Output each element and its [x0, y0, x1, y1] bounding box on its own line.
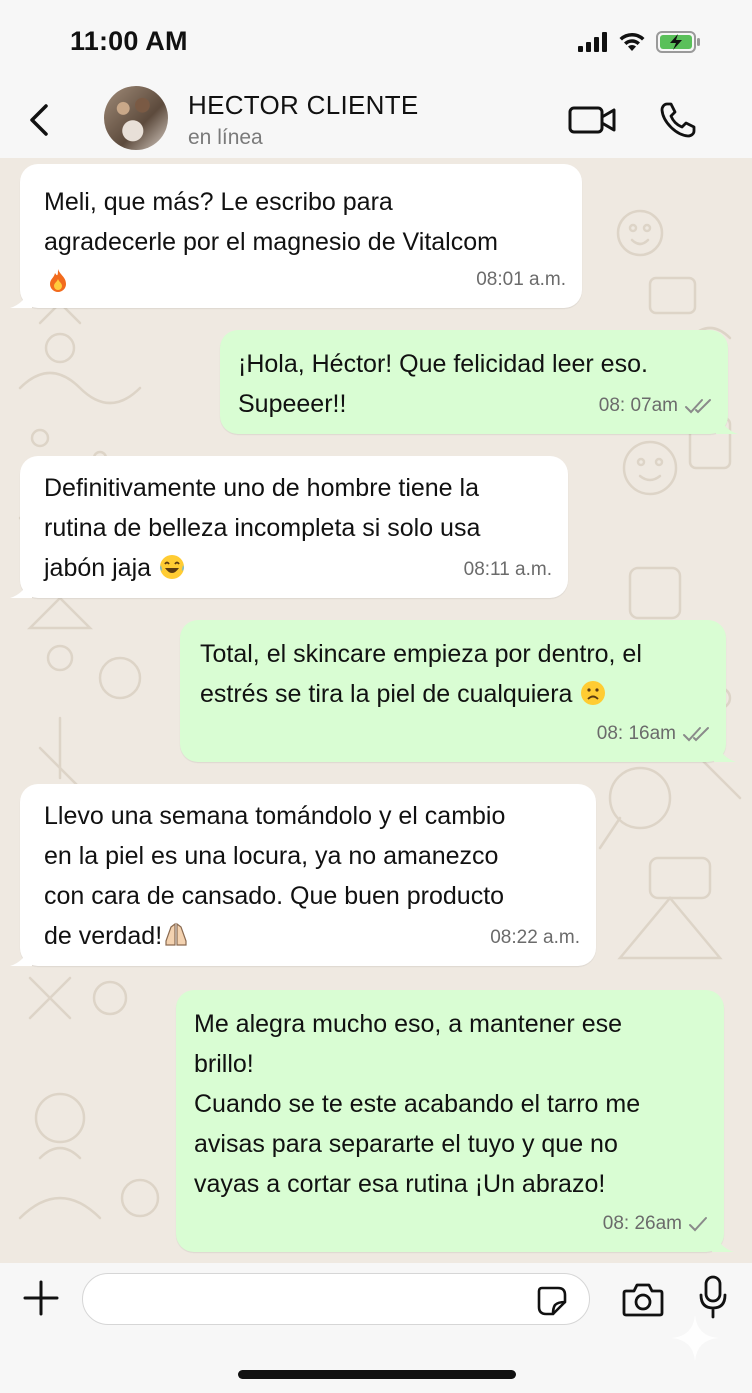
message-bubble-incoming[interactable]: Definitivamente uno de hombre tiene la r… [10, 456, 568, 598]
message-bubble-outgoing[interactable]: ¡Hola, Héctor! Que felicidad leer eso. S… [220, 330, 738, 434]
bubble-tail [712, 1230, 734, 1252]
message-meta: 08: 26am [603, 1204, 708, 1244]
status-bar: 11:00 AM [0, 0, 752, 82]
status-icons [578, 30, 702, 54]
message-meta: 08:22 a.m. [490, 918, 580, 958]
status-time: 11:00 AM [70, 26, 188, 56]
back-chevron-icon[interactable] [22, 100, 58, 140]
chat-header: HECTOR CLIENTE en línea [0, 82, 752, 158]
video-call-icon[interactable] [568, 104, 618, 136]
bubble-tail [10, 286, 32, 308]
phone-icon[interactable] [658, 100, 698, 140]
home-indicator [238, 1370, 516, 1379]
message-bubble-outgoing[interactable]: Total, el skincare empieza por dentro, e… [180, 620, 736, 762]
wifi-icon [619, 32, 645, 51]
message-time: 08: 07am [598, 395, 678, 416]
bubble-tail [10, 944, 32, 966]
message-time: 08:22 a.m. [490, 927, 580, 948]
message-bubble-incoming[interactable]: Llevo una semana tomándolo y el cambio e… [10, 784, 596, 966]
laughing-tears-emoji [159, 555, 184, 579]
bubble-tail [716, 412, 738, 434]
folded-hands-emoji [165, 922, 187, 946]
plus-icon[interactable] [22, 1279, 60, 1317]
sticker-icon[interactable] [536, 1285, 568, 1317]
message-time: 08:11 a.m. [463, 559, 552, 580]
contact-name[interactable]: HECTOR CLIENTE [188, 90, 419, 121]
fire-emoji [50, 269, 66, 292]
message-meta: 08: 07am [599, 386, 712, 426]
chat-area[interactable]: Meli, que más? Le escribo para agradecer… [0, 158, 752, 1263]
single-check-icon [689, 1217, 707, 1232]
message-meta: 08:11 a.m. [464, 550, 552, 590]
contact-status: en línea [188, 126, 263, 149]
message-meta: 08:01 a.m. [476, 260, 566, 300]
message-bubble-incoming[interactable]: Meli, que más? Le escribo para agradecer… [10, 164, 582, 308]
double-check-icon [683, 727, 709, 742]
message-meta: 08: 16am [597, 714, 710, 754]
message-time: 08:01 a.m. [476, 269, 566, 290]
message-text: Me alegra mucho eso, a mantener ese bril… [194, 1010, 641, 1198]
avatar[interactable] [104, 86, 168, 150]
message-text: Total, el skincare empieza por dentro, e… [200, 640, 642, 708]
sparkle-watermark-icon [672, 1315, 718, 1361]
message-input[interactable] [82, 1273, 590, 1325]
signal-icon [578, 32, 607, 52]
message-bubble-outgoing[interactable]: Me alegra mucho eso, a mantener ese bril… [176, 990, 734, 1252]
bubble-tail [10, 576, 32, 598]
camera-icon[interactable] [622, 1281, 664, 1317]
battery-charging-icon [656, 31, 700, 53]
frowning-face-emoji [581, 681, 606, 705]
composer-bar [0, 1263, 752, 1393]
bubble-tail [714, 740, 736, 762]
message-time: 08: 26am [602, 1213, 682, 1234]
message-time: 08: 16am [596, 723, 676, 744]
double-check-icon [685, 399, 711, 414]
